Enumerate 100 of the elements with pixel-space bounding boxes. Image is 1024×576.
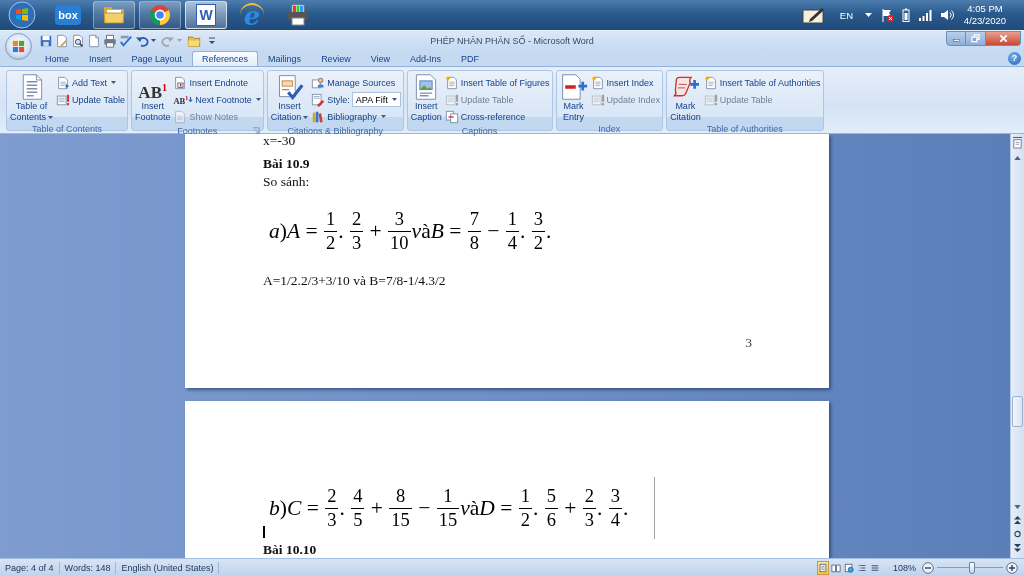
ribbon-large-button[interactable]: Mark Citation	[668, 72, 703, 123]
zoom-level[interactable]: 108%	[892, 562, 916, 573]
ribbon-tab[interactable]: Add-Ins	[400, 51, 452, 66]
round-logo-icon	[148, 3, 172, 27]
dialog-launcher-icon[interactable]	[251, 127, 260, 135]
double-up-arrow-icon[interactable]	[1014, 516, 1021, 524]
globe-page-icon	[843, 562, 854, 573]
footnote-glyph: AB$^{1}$	[173, 94, 189, 106]
open-book-icon	[830, 562, 841, 573]
style-dropdown[interactable]: APA Fift	[351, 92, 401, 107]
list-lines-icon	[856, 562, 867, 573]
ribbon-large-button[interactable]: Mark Entry	[557, 72, 590, 123]
ribbon-button[interactable]: Manage Sources	[311, 74, 401, 91]
page-number: 3	[745, 335, 752, 351]
footnote-glyph: AB$^{1}$	[138, 81, 167, 101]
flag-icon[interactable]	[880, 8, 894, 22]
heading-text: Bài 10.9	[263, 156, 310, 172]
speaker-icon[interactable]	[940, 8, 954, 22]
ribbon-tab[interactable]: Mailings	[258, 51, 312, 66]
taskbar-button[interactable]	[139, 1, 181, 29]
caret-icon[interactable]	[151, 39, 156, 42]
close-icon	[998, 34, 1008, 43]
ribbon-tab[interactable]: View	[360, 51, 400, 66]
style-label: Style:	[327, 94, 350, 105]
double-down-arrow-icon[interactable]	[1014, 544, 1021, 552]
ribbon-tab[interactable]: PDF	[451, 51, 490, 66]
taskbar-button[interactable]	[93, 1, 135, 29]
zoom-in-icon[interactable]	[1006, 561, 1018, 574]
paragraph-text: x=-30	[263, 134, 296, 147]
zoom-slider-thumb[interactable]	[968, 561, 975, 574]
ribbon-button[interactable]: Add Text	[56, 74, 125, 91]
language-indicator[interactable]: EN	[839, 9, 853, 21]
battery-icon[interactable]	[902, 8, 910, 22]
page-exclamation-icon	[56, 92, 71, 107]
scroll-thumb[interactable]	[1012, 396, 1023, 427]
ribbon-tab[interactable]: Page Layout	[121, 51, 193, 66]
page-exclamation-icon	[703, 92, 718, 107]
ribbon-button[interactable]: Cross-reference	[444, 108, 550, 125]
ribbon-tab[interactable]: Review	[311, 51, 361, 66]
ribbon-large-button[interactable]: Insert Citation	[268, 72, 311, 125]
page-sparkle-icon	[444, 75, 459, 90]
view-button[interactable]	[816, 560, 829, 575]
app-logo: W	[196, 4, 216, 26]
page-magnifier-icon[interactable]	[71, 33, 85, 48]
window-title: PHÉP NHÂN PHÂN SỐ - Microsoft Word	[430, 35, 594, 46]
taskbar-button[interactable]: box	[47, 1, 89, 29]
ribbon-tab[interactable]: Insert	[79, 51, 122, 66]
ribbon-button[interactable]: Insert Table of Authorities	[703, 74, 821, 91]
group-label: Captions	[461, 125, 498, 137]
app-logo: box	[55, 5, 81, 25]
ruler-icon[interactable]	[1012, 136, 1023, 149]
page-icon	[817, 562, 828, 573]
ribbon-button[interactable]: Insert Table of Figures	[444, 74, 550, 91]
page-pencil-icon	[311, 92, 326, 107]
start-orb-icon[interactable]	[8, 1, 36, 29]
caret-icon[interactable]	[865, 13, 872, 17]
status-item[interactable]: English (United States)	[121, 562, 214, 573]
paragraph-text: So sánh:	[263, 174, 310, 190]
ribbon-large-button[interactable]: AB$^{1}$ Insert Footnote	[132, 72, 173, 125]
ribbon-button[interactable]: AB$^{1}$ Next Footnote	[173, 91, 261, 108]
close-button[interactable]	[986, 31, 1021, 46]
restore-button[interactable]	[966, 31, 986, 46]
taskbar-button[interactable]: W	[185, 1, 227, 29]
clock-date[interactable]: 4/23/2020	[963, 15, 1007, 27]
page-pencil-icon[interactable]	[55, 33, 69, 48]
ribbon-large-button[interactable]: Table of Contents	[8, 72, 56, 123]
ribbon-button[interactable]: Insert Endnote	[173, 74, 261, 91]
app-logo: e	[240, 3, 264, 27]
page-arrow-icon	[56, 75, 71, 90]
printer-icon[interactable]	[103, 33, 117, 48]
down-arrow-icon[interactable]	[1014, 505, 1021, 509]
squares-icon	[11, 39, 26, 54]
pages-link-icon	[444, 109, 459, 124]
group-label: Index	[598, 123, 621, 135]
page-icon[interactable]	[87, 33, 101, 48]
circle-icon[interactable]	[1014, 530, 1021, 538]
down-arrow-icon	[188, 96, 194, 103]
group-label: Table of Contents	[31, 123, 102, 135]
status-item[interactable]: Page: 4 of 4	[5, 562, 54, 573]
status-item[interactable]: Words: 148	[64, 562, 111, 573]
text-cursor	[263, 526, 265, 538]
heading-text: Bài 10.10	[263, 543, 317, 557]
pen-tablet-icon[interactable]	[801, 6, 826, 24]
group-label: Citations & Bibliography	[287, 125, 383, 137]
zoom-out-icon[interactable]	[922, 561, 934, 574]
printer-icon	[286, 3, 310, 27]
ribbon-button[interactable]: Bibliography	[311, 108, 401, 125]
ribbon-button[interactable]: Insert Index	[590, 74, 661, 91]
customize-caret-icon[interactable]	[208, 35, 216, 46]
ribbon-large-button[interactable]: Insert Caption	[408, 72, 444, 125]
page-sparkle-icon	[703, 75, 718, 90]
spelling-check-icon[interactable]	[119, 33, 133, 48]
ribbon-tab[interactable]: Home	[35, 51, 79, 66]
up-arrow-icon[interactable]	[1014, 156, 1021, 160]
ribbon-tab[interactable]: References	[192, 51, 259, 66]
clock-time[interactable]: 4:05 PM	[967, 3, 1003, 15]
page-person-icon	[311, 75, 326, 90]
signal-bars-icon[interactable]	[918, 9, 932, 21]
ribbon-button[interactable]: Update Table	[56, 91, 125, 108]
page-exclamation-icon	[590, 92, 605, 107]
